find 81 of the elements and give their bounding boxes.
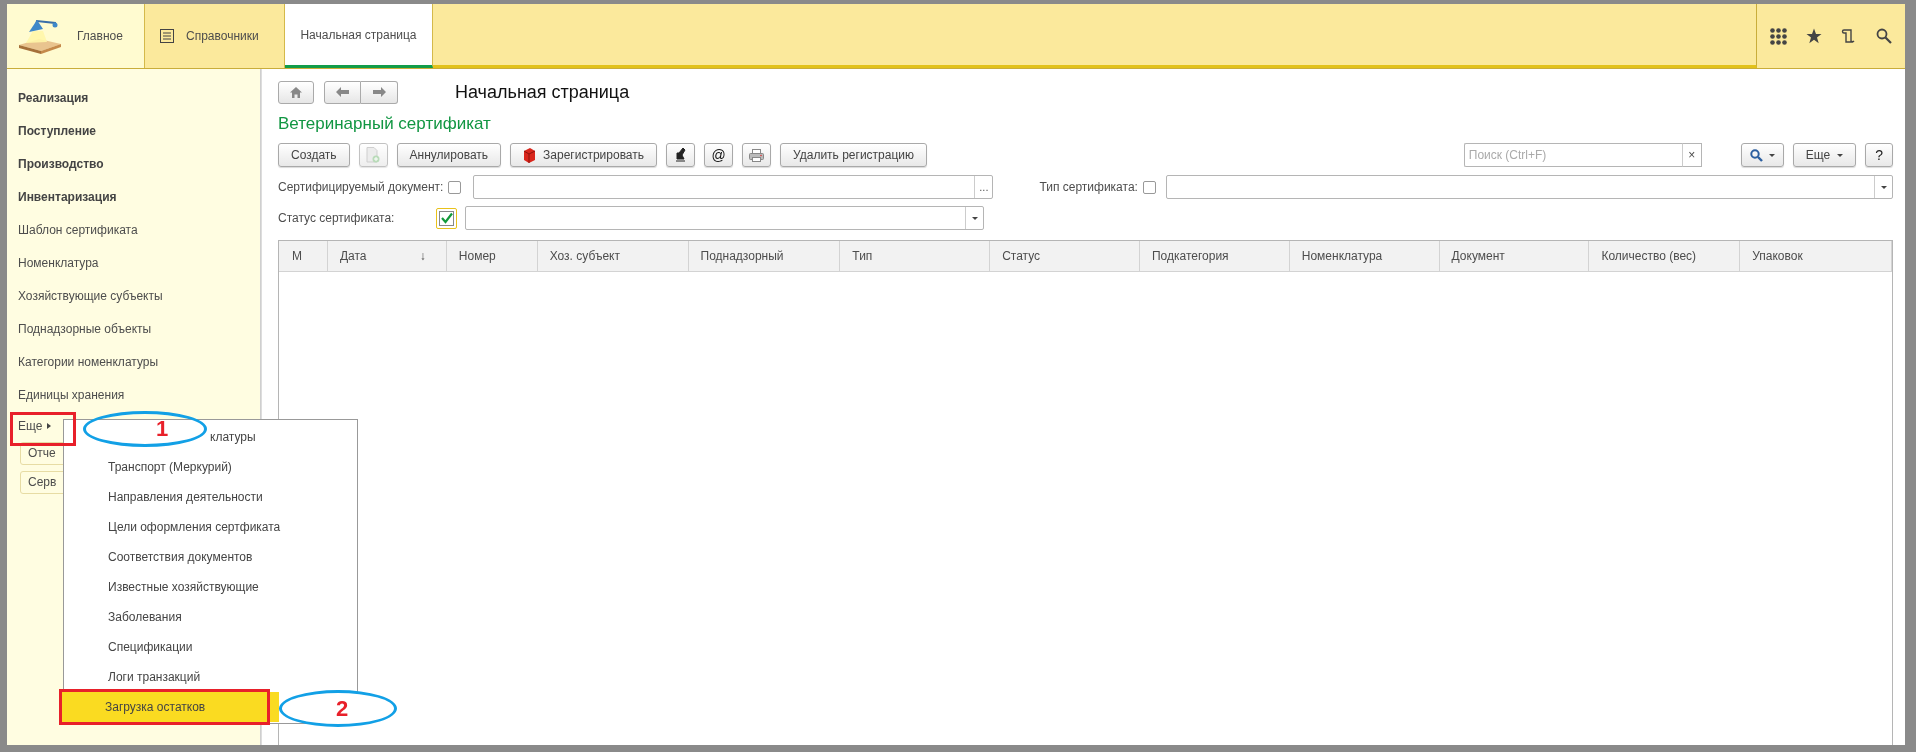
sign-button[interactable] (666, 143, 696, 167)
house-icon (290, 86, 302, 98)
toolbar-button[interactable]: Удалить регистрацию (780, 143, 928, 167)
menu-item[interactable]: Соответствия документов (64, 542, 357, 572)
filter-label: Сертифицируемый документ: (278, 180, 444, 194)
sidebar-link[interactable]: Единицы хранения (7, 378, 125, 411)
page-tab[interactable]: Начальная страница (285, 4, 433, 68)
filter-field[interactable] (1165, 175, 1893, 199)
clear-button[interactable]: × (1681, 143, 1702, 167)
left-arrow-icon (336, 87, 349, 97)
home-button[interactable] (278, 80, 314, 104)
star-icon[interactable] (1806, 28, 1823, 44)
column-header[interactable]: Упаковок (1740, 241, 1892, 271)
column-header[interactable]: М (279, 241, 328, 271)
add-document-button[interactable] (358, 143, 388, 167)
printer-icon (749, 148, 765, 162)
back-button[interactable] (324, 80, 361, 104)
search-field[interactable]: Поиск (Ctrl+F) (1463, 143, 1682, 167)
column-header[interactable]: Дата ↓ (327, 241, 447, 271)
column-header[interactable]: Тип (840, 241, 991, 271)
scroll-icon[interactable] (1840, 28, 1857, 44)
right-arrow-icon (372, 87, 386, 97)
menu-item[interactable]: Известные хозяйствующие (64, 572, 357, 602)
cube-icon (523, 147, 537, 163)
sidebar-link[interactable]: Шаблон сертификата (7, 213, 138, 246)
list-icon (160, 29, 174, 43)
email-button[interactable]: @ (704, 143, 734, 167)
menu-item[interactable]: Цели оформления сертфиката (64, 512, 357, 542)
menu-item[interactable]: клатуры (210, 422, 256, 452)
sidebar-link[interactable]: Категории номенклатуры (7, 345, 159, 378)
section-link[interactable]: Производство (7, 147, 104, 180)
column-header[interactable]: Номенклатура (1289, 241, 1440, 271)
menu-item[interactable]: Направления деятельности (64, 482, 357, 512)
desk-lamp-icon (17, 17, 63, 55)
column-header[interactable]: Количество (вес) (1589, 241, 1741, 271)
print-button[interactable] (742, 143, 772, 167)
section-link[interactable]: Инвентаризация (7, 180, 117, 213)
help-button[interactable]: ? (1865, 143, 1893, 167)
choose-button[interactable]: ... (974, 176, 993, 198)
column-header[interactable]: Поднадзорный (688, 241, 841, 271)
section-link[interactable]: Поступление (7, 114, 96, 147)
document-plus-icon (366, 147, 381, 163)
toolbar-button[interactable]: Создать (278, 143, 350, 167)
filter-label: Тип сертификата: (1039, 180, 1138, 194)
page-title: Начальная страница (455, 81, 630, 103)
column-header[interactable]: Документ (1439, 241, 1590, 271)
forward-button[interactable] (361, 80, 398, 104)
checkmark-icon (439, 211, 454, 225)
filter-label: Статус сертификата: (278, 211, 395, 225)
toolbar-button[interactable]: Аннулировать (396, 143, 502, 167)
sidebar-link[interactable]: Номенклатура (7, 246, 99, 279)
apps-grid-icon[interactable] (1770, 27, 1788, 45)
more-button[interactable]: Еще (1792, 143, 1857, 167)
checkbox[interactable] (448, 180, 462, 194)
column-header[interactable]: Хоз. субъект (537, 241, 689, 271)
stamp-icon (674, 148, 688, 162)
menu-item[interactable]: Логи транзакций (64, 662, 357, 692)
section-link[interactable]: Реализация (7, 81, 89, 114)
home-tab[interactable]: Главное (7, 4, 145, 68)
sort-arrow: ↓ (419, 249, 426, 263)
column-header[interactable]: Подкатегория (1139, 241, 1290, 271)
menu-item[interactable]: Транспорт (Меркурий) (64, 452, 357, 482)
menu-item[interactable]: Заболевания (64, 602, 357, 632)
checkbox[interactable] (436, 207, 458, 229)
column-header[interactable]: Номер (446, 241, 538, 271)
menu-item[interactable]: Загрузка остатков (61, 692, 279, 722)
column-header[interactable]: Статус (990, 241, 1140, 271)
register-button[interactable]: Зарегистрировать (510, 143, 658, 167)
checkbox[interactable] (1142, 180, 1156, 194)
form-title: Ветеринарный сертификат (278, 114, 492, 135)
filter-field[interactable] (465, 206, 985, 230)
sidebar-link[interactable]: Хозяйствующие субъекты (7, 279, 163, 312)
step-callout: 1 (83, 411, 207, 447)
more-link[interactable]: Еще (18, 416, 52, 436)
sidebar-link[interactable]: Поднадзорные объекты (7, 312, 152, 345)
search-icon[interactable] (1875, 28, 1892, 44)
filter-field[interactable]: ... (473, 175, 994, 199)
search-button[interactable] (1740, 143, 1784, 167)
magnifier-icon (1749, 148, 1763, 162)
menu-item[interactable]: Спецификации (64, 632, 357, 662)
highlight-frame (10, 412, 76, 446)
